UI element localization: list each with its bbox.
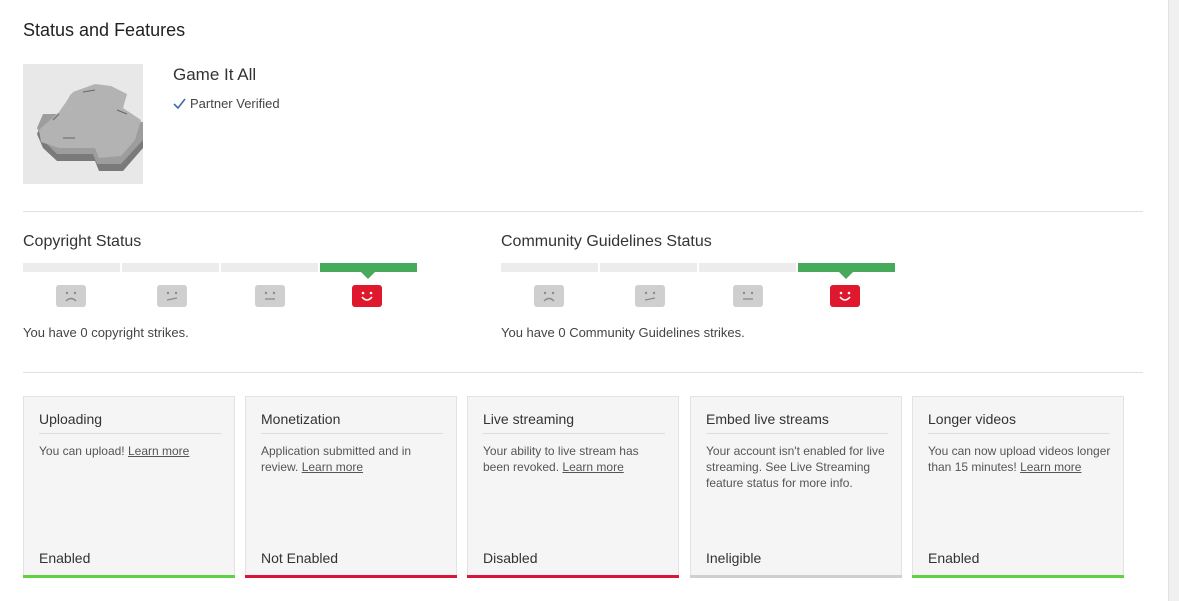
feature-card-live-streaming: Live streaming Your ability to live stre…	[467, 396, 679, 578]
feature-status: Enabled	[39, 550, 91, 566]
status-indicator-bar	[467, 575, 679, 578]
unhappy-face-icon	[157, 285, 187, 307]
sad-face-icon	[534, 285, 564, 307]
feature-status: Enabled	[928, 550, 980, 566]
feature-card-title: Live streaming	[483, 411, 665, 434]
learn-more-link[interactable]: Learn more	[302, 460, 363, 474]
feature-status: Ineligible	[706, 550, 762, 566]
status-indicator-bar	[690, 575, 902, 578]
partner-verified-label: Partner Verified	[190, 96, 280, 111]
status-indicator-bar	[23, 575, 235, 578]
unhappy-face-icon	[635, 285, 665, 307]
strike-segment-active	[798, 263, 895, 279]
sad-face-icon	[56, 285, 86, 307]
feature-card-description: You can upload! Learn more	[39, 444, 190, 458]
divider	[23, 372, 1143, 373]
feature-card-description: You can now upload videos longer than 15…	[928, 444, 1111, 474]
feature-card-description: Your account isn't enabled for live stre…	[706, 444, 885, 490]
neutral-face-icon	[255, 285, 285, 307]
feature-card-uploading: Uploading You can upload! Learn more Ena…	[23, 396, 235, 578]
feature-card-title: Uploading	[39, 411, 221, 434]
strike-segment	[501, 263, 598, 272]
strike-segment	[23, 263, 120, 272]
learn-more-link[interactable]: Learn more	[1020, 460, 1081, 474]
status-indicator-bar	[912, 575, 1124, 578]
community-strikes-text: You have 0 Community Guidelines strikes.	[501, 325, 745, 340]
feature-card-description: Your ability to live stream has been rev…	[483, 444, 639, 474]
feature-card-title: Embed live streams	[706, 411, 888, 434]
community-guidelines-status: Community Guidelines Status You have 0 C…	[501, 232, 901, 340]
strike-segment	[600, 263, 697, 272]
feature-card-description: Application submitted and in review. Lea…	[261, 444, 412, 474]
partner-verified-badge: Partner Verified	[173, 96, 280, 111]
copyright-faces	[23, 285, 423, 309]
gamepad-dpad-icon	[37, 84, 143, 171]
feature-status: Not Enabled	[261, 550, 339, 566]
strike-segment	[221, 263, 318, 272]
strike-segment	[122, 263, 219, 272]
community-faces	[501, 285, 901, 309]
happy-face-icon	[830, 285, 860, 307]
feature-status: Disabled	[483, 550, 538, 566]
channel-thumbnail	[23, 64, 143, 184]
page-title: Status and Features	[23, 20, 186, 40]
neutral-face-icon	[733, 285, 763, 307]
learn-more-link[interactable]: Learn more	[562, 460, 623, 474]
strike-segment	[699, 263, 796, 272]
feature-card-longer-videos: Longer videos You can now upload videos …	[912, 396, 1124, 578]
happy-face-icon	[352, 285, 382, 307]
feature-card-title: Monetization	[261, 411, 443, 434]
scrollbar[interactable]	[1168, 0, 1179, 601]
learn-more-link[interactable]: Learn more	[128, 444, 189, 458]
checkmark-icon	[173, 98, 186, 109]
copyright-strikes-text: You have 0 copyright strikes.	[23, 325, 189, 340]
copyright-status-title: Copyright Status	[23, 233, 142, 250]
community-strike-bar	[501, 263, 895, 279]
copyright-strike-bar	[23, 263, 417, 279]
divider	[23, 211, 1143, 212]
status-indicator-bar	[245, 575, 457, 578]
feature-card-embed-live-streams: Embed live streams Your account isn't en…	[690, 396, 902, 578]
channel-name: Game It All	[173, 65, 257, 84]
strike-segment-active	[320, 263, 417, 279]
community-status-title: Community Guidelines Status	[501, 233, 712, 250]
feature-card-monetization: Monetization Application submitted and i…	[245, 396, 457, 578]
feature-card-title: Longer videos	[928, 411, 1110, 434]
copyright-status: Copyright Status You have 0 copyright st…	[23, 232, 423, 340]
